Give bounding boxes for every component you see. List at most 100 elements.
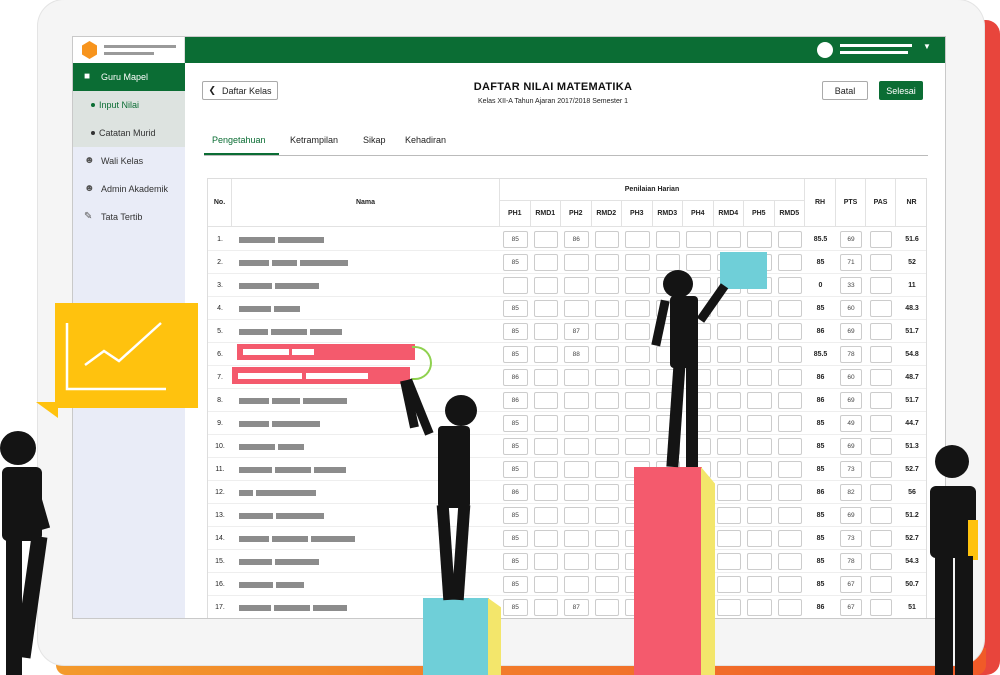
- score-input-ph1[interactable]: 85: [503, 231, 528, 248]
- score-input-ph5[interactable]: [747, 599, 772, 616]
- score-input-ph1[interactable]: 85: [503, 438, 528, 455]
- score-input-rmd4[interactable]: [716, 323, 741, 340]
- score-input-ph5[interactable]: [747, 231, 772, 248]
- score-input-rmd4[interactable]: [716, 484, 741, 501]
- score-input-rmd1[interactable]: [533, 254, 558, 271]
- score-input-rmd2[interactable]: [594, 346, 619, 363]
- pts-input[interactable]: 60: [840, 369, 862, 386]
- pas-input[interactable]: [870, 438, 892, 455]
- pts-input[interactable]: 67: [840, 599, 862, 616]
- pts-input[interactable]: 60: [840, 300, 862, 317]
- score-input-rmd1[interactable]: [533, 438, 558, 455]
- cancel-button[interactable]: Batal: [822, 81, 868, 100]
- score-input-rmd4[interactable]: [716, 346, 741, 363]
- score-input-ph1[interactable]: 86: [503, 392, 528, 409]
- score-input-ph5[interactable]: [747, 530, 772, 547]
- score-input-rmd2[interactable]: [594, 415, 619, 432]
- pts-input[interactable]: 33: [840, 277, 862, 294]
- score-input-rmd5[interactable]: [777, 300, 802, 317]
- score-input-rmd4[interactable]: [716, 438, 741, 455]
- score-input-rmd4[interactable]: [716, 530, 741, 547]
- score-input-ph3[interactable]: [625, 392, 650, 409]
- score-input-rmd1[interactable]: [533, 277, 558, 294]
- score-input-ph1[interactable]: 86: [503, 369, 528, 386]
- score-input-ph1[interactable]: 85: [503, 300, 528, 317]
- score-input-rmd5[interactable]: [777, 369, 802, 386]
- score-input-ph1[interactable]: 85: [503, 461, 528, 478]
- tab-kehadiran[interactable]: Kehadiran: [405, 135, 446, 155]
- pts-input[interactable]: 69: [840, 438, 862, 455]
- pas-input[interactable]: [870, 484, 892, 501]
- score-input-rmd2[interactable]: [594, 300, 619, 317]
- pas-input[interactable]: [870, 392, 892, 409]
- score-input-ph1[interactable]: 85: [503, 576, 528, 593]
- score-input-rmd4[interactable]: [716, 369, 741, 386]
- score-input-rmd1[interactable]: [533, 576, 558, 593]
- score-input-rmd1[interactable]: [533, 553, 558, 570]
- pts-input[interactable]: 78: [840, 346, 862, 363]
- score-input-rmd2[interactable]: [594, 461, 619, 478]
- score-input-rmd2[interactable]: [594, 323, 619, 340]
- pts-input[interactable]: 49: [840, 415, 862, 432]
- score-input-rmd2[interactable]: [594, 484, 619, 501]
- pts-input[interactable]: 82: [840, 484, 862, 501]
- score-input-rmd2[interactable]: [594, 231, 619, 248]
- score-input-rmd1[interactable]: [533, 507, 558, 524]
- score-input-rmd2[interactable]: [594, 438, 619, 455]
- pts-input[interactable]: 67: [840, 576, 862, 593]
- sidebar-item-tata-tertib[interactable]: ✎ Tata Tertib: [73, 203, 185, 231]
- score-input-ph2[interactable]: [564, 369, 589, 386]
- chevron-down-icon[interactable]: ▼: [923, 42, 931, 51]
- score-input-ph2[interactable]: [564, 392, 589, 409]
- score-input-ph1[interactable]: 85: [503, 254, 528, 271]
- score-input-rmd1[interactable]: [533, 300, 558, 317]
- score-input-rmd4[interactable]: [716, 461, 741, 478]
- score-input-rmd1[interactable]: [533, 369, 558, 386]
- pts-input[interactable]: 71: [840, 254, 862, 271]
- logo[interactable]: [73, 37, 185, 63]
- score-input-rmd1[interactable]: [533, 484, 558, 501]
- score-input-rmd5[interactable]: [777, 415, 802, 432]
- score-input-rmd1[interactable]: [533, 461, 558, 478]
- pts-input[interactable]: 69: [840, 323, 862, 340]
- score-input-rmd5[interactable]: [777, 277, 802, 294]
- score-input-ph1[interactable]: 85: [503, 599, 528, 616]
- score-input-rmd4[interactable]: [716, 231, 741, 248]
- score-input-ph2[interactable]: [564, 300, 589, 317]
- score-input-rmd2[interactable]: [594, 576, 619, 593]
- tab-pengetahuan[interactable]: Pengetahuan: [204, 135, 279, 155]
- score-input-ph5[interactable]: [747, 461, 772, 478]
- pas-input[interactable]: [870, 576, 892, 593]
- score-input-rmd5[interactable]: [777, 461, 802, 478]
- sidebar-item-admin-akademik[interactable]: ☻ Admin Akademik: [73, 175, 185, 203]
- pas-input[interactable]: [870, 599, 892, 616]
- score-input-ph3[interactable]: [625, 369, 650, 386]
- back-to-class-list-button[interactable]: ❮ Daftar Kelas: [202, 81, 278, 100]
- score-input-ph3[interactable]: [625, 438, 650, 455]
- score-input-ph5[interactable]: [747, 415, 772, 432]
- score-input-rmd3[interactable]: [655, 231, 680, 248]
- score-input-ph5[interactable]: [747, 484, 772, 501]
- score-input-ph2[interactable]: [564, 530, 589, 547]
- pts-input[interactable]: 73: [840, 530, 862, 547]
- score-input-ph5[interactable]: [747, 369, 772, 386]
- pas-input[interactable]: [870, 461, 892, 478]
- score-input-ph3[interactable]: [625, 231, 650, 248]
- score-input-rmd5[interactable]: [777, 507, 802, 524]
- score-input-ph5[interactable]: [747, 300, 772, 317]
- pas-input[interactable]: [870, 231, 892, 248]
- score-input-ph3[interactable]: [625, 300, 650, 317]
- score-input-ph5[interactable]: [747, 392, 772, 409]
- pas-input[interactable]: [870, 254, 892, 271]
- sidebar-item-guru-mapel[interactable]: ■ Guru Mapel: [73, 63, 185, 91]
- score-input-rmd1[interactable]: [533, 323, 558, 340]
- score-input-ph5[interactable]: [747, 576, 772, 593]
- score-input-ph1[interactable]: 85: [503, 346, 528, 363]
- score-input-ph2[interactable]: [564, 553, 589, 570]
- score-input-ph4[interactable]: [686, 254, 711, 271]
- done-button[interactable]: Selesai: [879, 81, 923, 100]
- score-input-ph5[interactable]: [747, 346, 772, 363]
- score-input-rmd5[interactable]: [777, 231, 802, 248]
- score-input-rmd1[interactable]: [533, 346, 558, 363]
- pts-input[interactable]: 69: [840, 231, 862, 248]
